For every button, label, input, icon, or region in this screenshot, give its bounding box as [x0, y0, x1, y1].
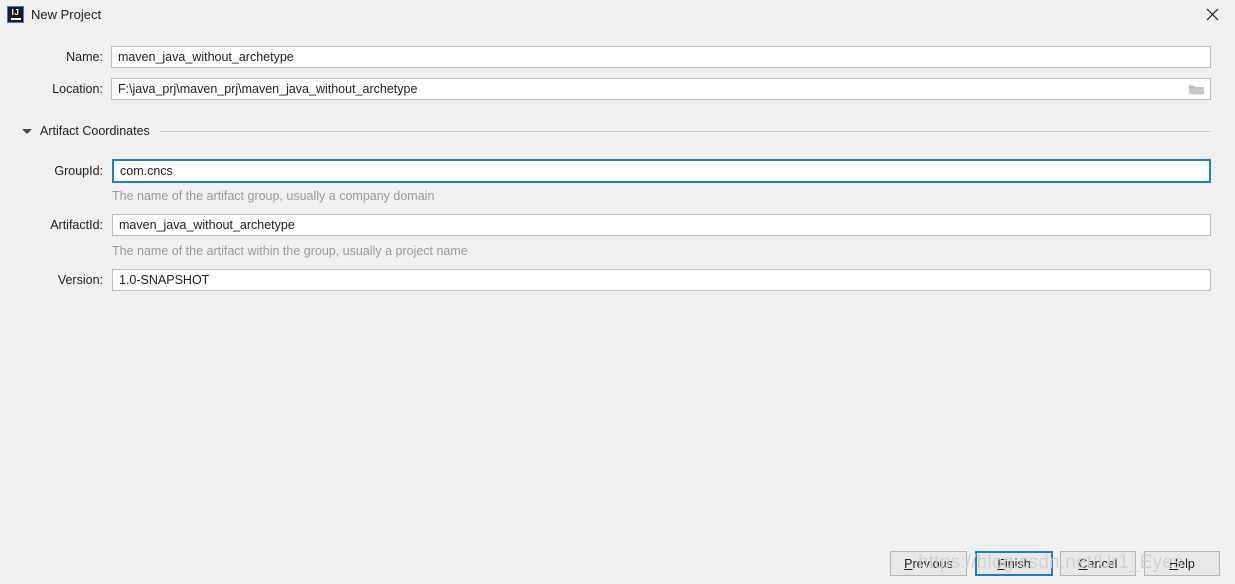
title-bar: IJ New Project [0, 0, 1235, 29]
version-input[interactable]: 1.0-SNAPSHOT [112, 269, 1211, 291]
finish-button-label: Finish [997, 557, 1030, 571]
previous-mnemonic: P [904, 556, 913, 571]
finish-button[interactable]: Finish [975, 551, 1053, 576]
name-label: Name: [66, 50, 103, 64]
app-icon-text: IJ [11, 8, 20, 17]
groupid-row: GroupId: com.cncs [38, 159, 1211, 183]
app-icon-underline [10, 18, 21, 20]
window-title: New Project [31, 7, 102, 22]
previous-button-label: Previous [904, 557, 953, 571]
groupid-hint: The name of the artifact group, usually … [112, 189, 435, 203]
finish-suffix: inish [1004, 556, 1031, 571]
location-label: Location: [52, 82, 103, 96]
artifact-coordinates-label: Artifact Coordinates [40, 124, 150, 138]
version-input-value: 1.0-SNAPSHOT [119, 273, 210, 287]
groupid-label: GroupId: [54, 164, 103, 178]
groupid-input-value: com.cncs [120, 164, 173, 178]
version-row: Version: 1.0-SNAPSHOT [38, 269, 1211, 291]
artifactid-input[interactable]: maven_java_without_archetype [112, 214, 1211, 236]
finish-mnemonic: F [997, 556, 1005, 571]
name-input[interactable]: maven_java_without_archetype [110, 46, 1211, 68]
intellij-idea-icon: IJ [7, 6, 24, 23]
groupid-input[interactable]: com.cncs [112, 159, 1211, 183]
help-button-label: Help [1169, 557, 1195, 571]
location-input-value: F:\java_prj\maven_prj\maven_java_without… [117, 82, 418, 96]
version-label: Version: [57, 273, 103, 287]
help-mnemonic: H [1169, 556, 1179, 571]
location-row: Location: F:\java_prj\maven_prj\maven_ja… [22, 78, 1211, 100]
section-divider [159, 130, 1211, 132]
artifactid-input-value: maven_java_without_archetype [119, 218, 295, 232]
folder-icon[interactable] [1188, 82, 1205, 96]
help-button[interactable]: Help [1144, 551, 1220, 576]
cancel-mnemonic: C [1078, 556, 1088, 571]
previous-suffix: revious [912, 556, 953, 571]
artifactid-row: ArtifactId: maven_java_without_archetype [38, 214, 1211, 236]
location-input[interactable]: F:\java_prj\maven_prj\maven_java_without… [110, 78, 1211, 100]
chevron-down-icon[interactable] [22, 129, 32, 134]
name-row: Name: maven_java_without_archetype [22, 46, 1211, 68]
artifactid-hint: The name of the artifact within the grou… [112, 244, 468, 258]
close-button[interactable] [1189, 0, 1235, 29]
cancel-button[interactable]: Cancel [1060, 551, 1136, 576]
name-input-value: maven_java_without_archetype [117, 50, 294, 64]
help-suffix: elp [1178, 556, 1195, 571]
previous-button[interactable]: Previous [890, 551, 967, 576]
dialog-button-bar: Previous Finish Cancel Help [0, 551, 1235, 577]
artifactid-label: ArtifactId: [50, 218, 103, 232]
close-icon [1206, 8, 1218, 21]
artifact-coordinates-section-header[interactable]: Artifact Coordinates [22, 122, 1211, 140]
cancel-button-label: Cancel [1079, 557, 1118, 571]
cancel-suffix: ancel [1087, 556, 1118, 571]
